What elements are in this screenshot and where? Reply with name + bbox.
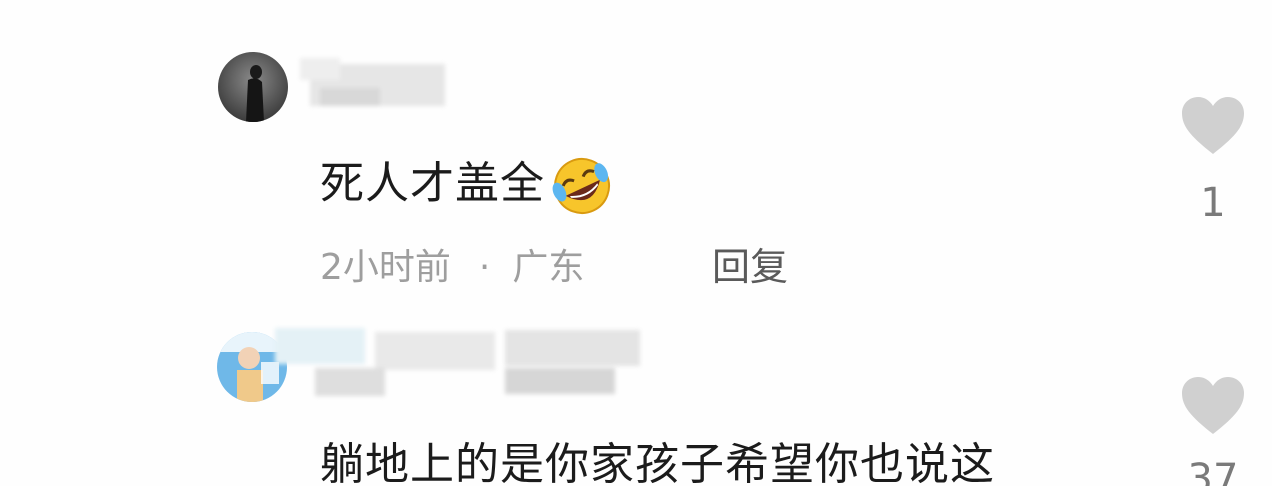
comment-body: 死人才盖全 (320, 158, 545, 209)
heart-icon[interactable] (1180, 376, 1246, 436)
comment-location: 广东 (512, 247, 585, 288)
comment-text: 死人才盖全 (320, 147, 615, 216)
avatar[interactable] (218, 52, 288, 122)
heart-icon[interactable] (1180, 96, 1246, 156)
comment-time: 2小时前 (320, 247, 451, 288)
comment-text: 躺地上的是你家孩子希望你也说这 (320, 428, 995, 486)
comment-item: 躺地上的是你家孩子希望你也说这 37 (0, 300, 1272, 486)
like-count: 1 (1200, 180, 1226, 226)
rolling-on-floor-laughing-emoji-icon (549, 156, 615, 216)
comment-list: 死人才盖全 2小时前 · 广东 回复 1 躺地上的是你家孩子希望你也说这 37 (0, 0, 1272, 486)
meta-separator: · (478, 247, 491, 288)
like-count: 37 (1187, 456, 1239, 486)
comment-item: 死人才盖全 2小时前 · 广东 回复 1 (0, 0, 1272, 300)
username-redacted (300, 58, 450, 112)
comment-body: 躺地上的是你家孩子希望你也说这 (320, 439, 995, 486)
comment-meta: 2小时前 · 广东 (320, 238, 584, 290)
reply-button[interactable]: 回复 (712, 236, 788, 291)
username-redacted (275, 328, 645, 404)
